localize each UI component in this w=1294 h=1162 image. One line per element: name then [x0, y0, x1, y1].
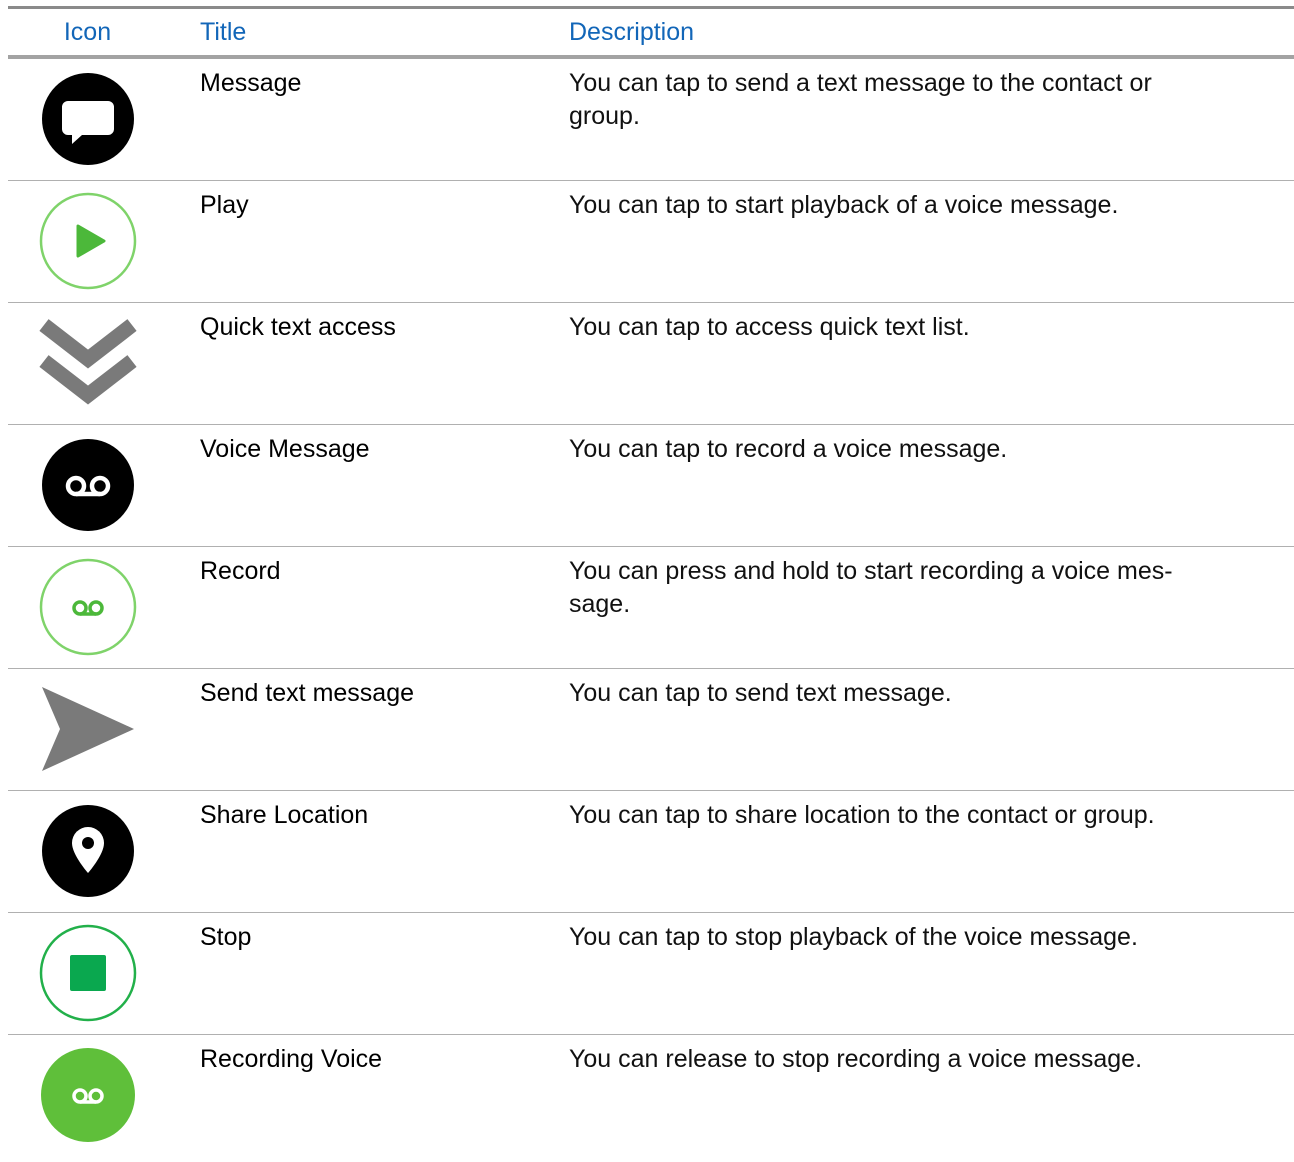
- row-description: You can tap to send text message.: [569, 679, 952, 707]
- icon-cell: [8, 913, 200, 1034]
- row-title: Recording Voice: [200, 1045, 383, 1073]
- row-description: You can press and hold to start recordin…: [569, 557, 1173, 618]
- row-description: You can tap to start playback of a voice…: [569, 191, 1119, 219]
- row-title: Record: [200, 557, 281, 585]
- table-header: Icon Title Description: [8, 9, 1294, 59]
- icon-cell: [8, 1035, 200, 1157]
- message-icon: [42, 73, 134, 165]
- send-arrow-icon[interactable]: [38, 679, 138, 779]
- play-icon[interactable]: [38, 191, 138, 291]
- row-description: You can tap to share location to the con…: [569, 801, 1155, 829]
- table-row: Send text message You can tap to send te…: [8, 669, 1294, 791]
- table-row: Recording Voice You can release to stop …: [8, 1035, 1294, 1157]
- record-icon[interactable]: [38, 557, 138, 657]
- icon-cell: [8, 181, 200, 302]
- location-pin-icon[interactable]: [38, 801, 138, 901]
- table-row: Voice Message You can tap to record a vo…: [8, 425, 1294, 547]
- row-description: You can tap to record a voice message.: [569, 435, 1008, 463]
- row-title: Message: [200, 69, 302, 97]
- icon-cell: [8, 303, 200, 424]
- recording-voice-icon[interactable]: [38, 1045, 138, 1145]
- quick-text-chevron-icon[interactable]: [38, 313, 138, 413]
- icon-reference-table: Icon Title Description Message You can t…: [8, 6, 1294, 1157]
- voicemail-icon[interactable]: [38, 435, 138, 535]
- row-title: Share Location: [200, 801, 369, 829]
- table-row: Message You can tap to send a text messa…: [8, 59, 1294, 181]
- row-title: Quick text access: [200, 313, 396, 341]
- table-row: Play You can tap to start playback of a …: [8, 181, 1294, 303]
- header-title: Title: [200, 17, 247, 46]
- table-row: Share Location You can tap to share loca…: [8, 791, 1294, 913]
- icon-cell: [8, 547, 200, 668]
- icon-cell: [8, 669, 200, 790]
- icon-cell: [8, 425, 200, 546]
- row-title: Send text message: [200, 679, 415, 707]
- header-icon: Icon: [63, 17, 112, 46]
- row-title: Stop: [200, 923, 252, 951]
- row-description: You can tap to access quick text list.: [569, 313, 970, 341]
- stop-icon[interactable]: [38, 923, 138, 1023]
- header-description: Description: [569, 17, 695, 46]
- row-description: You can tap to stop playback of the voic…: [569, 923, 1138, 951]
- icon-cell: [8, 791, 200, 912]
- row-title: Play: [200, 191, 249, 219]
- table-row: Quick text access You can tap to access …: [8, 303, 1294, 425]
- row-title: Voice Message: [200, 435, 370, 463]
- table-row: Record You can press and hold to start r…: [8, 547, 1294, 669]
- row-description: You can tap to send a text message to th…: [569, 69, 1152, 130]
- table-row: Stop You can tap to stop playback of the…: [8, 913, 1294, 1035]
- row-description: You can release to stop recording a voic…: [569, 1045, 1143, 1073]
- icon-cell: [8, 59, 200, 180]
